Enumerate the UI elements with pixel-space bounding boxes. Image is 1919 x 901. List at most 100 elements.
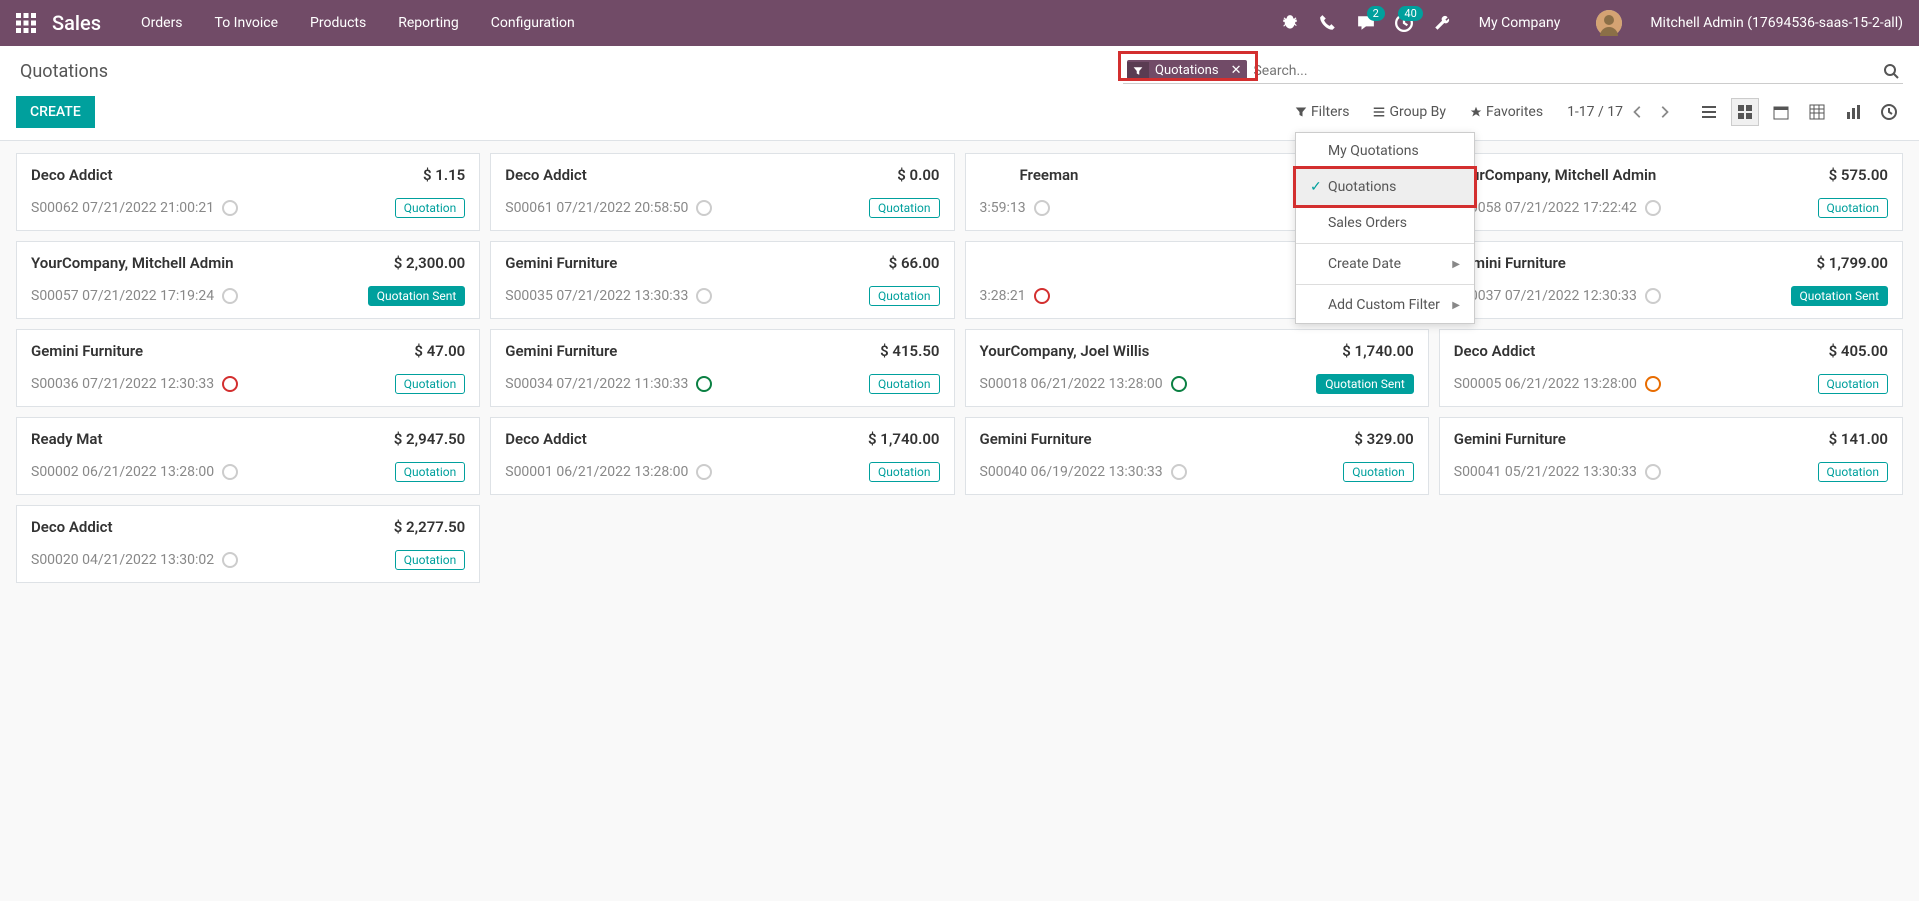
kanban-card[interactable]: YourCompany, Mitchell Admin $ 2,300.00 S… <box>16 241 480 319</box>
card-customer: Deco Addict <box>505 166 587 184</box>
card-customer: Ready Mat <box>31 430 103 448</box>
card-amount: $ 141.00 <box>1829 430 1888 448</box>
card-ref: S00057 07/21/2022 17:19:24 <box>31 288 238 304</box>
card-customer: YourCompany, Mitchell Admin <box>31 254 234 272</box>
status-badge: Quotation Sent <box>368 286 466 306</box>
card-amount: $ 0.00 <box>897 166 939 184</box>
card-amount: $ 575.00 <box>1829 166 1888 184</box>
filter-create-date[interactable]: Create Date ▶ <box>1296 246 1474 282</box>
clock-icon <box>1034 288 1050 304</box>
kanban-card[interactable]: Deco Addict $ 1.15 S00062 07/21/2022 21:… <box>16 153 480 231</box>
status-badge: Quotation <box>395 462 465 482</box>
nav-to-invoice[interactable]: To Invoice <box>215 15 279 31</box>
filter-quotations[interactable]: ✓Quotations <box>1296 169 1474 205</box>
favorites-button[interactable]: Favorites <box>1470 104 1543 120</box>
phone-icon[interactable] <box>1319 14 1337 32</box>
card-amount: $ 47.00 <box>414 342 465 360</box>
company-name[interactable]: My Company <box>1479 15 1561 31</box>
nav-configuration[interactable]: Configuration <box>491 15 575 31</box>
status-badge: Quotation Sent <box>1791 286 1889 306</box>
card-customer: Deco Addict <box>31 518 113 536</box>
nav-reporting[interactable]: Reporting <box>398 15 459 31</box>
clock-icon <box>1645 376 1661 392</box>
status-badge: Quotation <box>1818 198 1888 218</box>
filter-my-quotations[interactable]: My Quotations <box>1296 133 1474 169</box>
card-amount: $ 329.00 <box>1354 430 1413 448</box>
pager-prev-icon[interactable] <box>1631 105 1645 119</box>
kanban-card[interactable]: Deco Addict $ 1,740.00 S00001 06/21/2022… <box>490 417 954 495</box>
kanban-card[interactable]: Gemini Furniture $ 415.50 S00034 07/21/2… <box>490 329 954 407</box>
clock-icon <box>696 288 712 304</box>
clock-icon <box>1645 288 1661 304</box>
status-badge: Quotation <box>395 374 465 394</box>
card-customer: Freeman <box>980 166 1079 184</box>
kanban-card[interactable]: Gemini Furniture $ 329.00 S00040 06/19/2… <box>965 417 1429 495</box>
kanban-card[interactable]: YourCompany, Joel Willis $ 1,740.00 S000… <box>965 329 1429 407</box>
top-navbar: Sales Orders To Invoice Products Reporti… <box>0 0 1919 46</box>
clock-icon <box>222 200 238 216</box>
nav-orders[interactable]: Orders <box>141 15 183 31</box>
status-badge: Quotation <box>1343 462 1413 482</box>
systray: 2 40 My Company Mitchell Admin (17694536… <box>1281 10 1903 36</box>
view-calendar-icon[interactable] <box>1767 98 1795 126</box>
card-customer: Deco Addict <box>1454 342 1536 360</box>
kanban-card[interactable]: Gemini Furniture $ 141.00 S00041 05/21/2… <box>1439 417 1903 495</box>
pager-next-icon[interactable] <box>1657 105 1671 119</box>
app-brand[interactable]: Sales <box>52 11 101 35</box>
card-ref: S00020 04/21/2022 13:30:02 <box>31 552 238 568</box>
card-amount: $ 1,740.00 <box>868 430 940 448</box>
search-bar[interactable]: Quotations ✕ <box>1123 58 1903 84</box>
filter-add-custom[interactable]: Add Custom Filter ▶ <box>1296 287 1474 323</box>
status-badge: Quotation <box>395 198 465 218</box>
clock-icon <box>222 464 238 480</box>
nav-products[interactable]: Products <box>310 15 366 31</box>
kanban-card[interactable]: YourCompany, Mitchell Admin $ 575.00 S00… <box>1439 153 1903 231</box>
pager-value[interactable]: 1-17 / 17 <box>1567 104 1623 120</box>
card-amount: $ 1.15 <box>423 166 465 184</box>
tools-icon[interactable] <box>1433 14 1451 32</box>
view-pivot-icon[interactable] <box>1803 98 1831 126</box>
filters-button[interactable]: Filters <box>1295 104 1350 120</box>
card-customer: Gemini Furniture <box>505 254 617 272</box>
clock-icon <box>222 288 238 304</box>
view-activity-icon[interactable] <box>1875 98 1903 126</box>
view-kanban-icon[interactable] <box>1731 98 1759 126</box>
apps-icon[interactable] <box>16 13 36 33</box>
group-by-button[interactable]: Group By <box>1373 104 1446 120</box>
search-input[interactable] <box>1253 63 1869 79</box>
card-amount: $ 1,740.00 <box>1342 342 1414 360</box>
kanban-card[interactable]: Deco Addict $ 2,277.50 S00020 04/21/2022… <box>16 505 480 583</box>
filter-sales-orders[interactable]: Sales Orders <box>1296 205 1474 241</box>
view-graph-icon[interactable] <box>1839 98 1867 126</box>
create-button[interactable]: CREATE <box>16 96 95 128</box>
clock-icon <box>222 376 238 392</box>
card-amount: $ 405.00 <box>1829 342 1888 360</box>
group-by-label: Group By <box>1389 104 1446 120</box>
clock-icon <box>696 200 712 216</box>
card-ref: S00001 06/21/2022 13:28:00 <box>505 464 712 480</box>
status-badge: Quotation <box>869 286 939 306</box>
card-ref: S00037 07/21/2022 12:30:33 <box>1454 288 1661 304</box>
clock-icon <box>1645 464 1661 480</box>
user-name[interactable]: Mitchell Admin (17694536-saas-15-2-all) <box>1650 15 1903 31</box>
kanban-card[interactable]: Deco Addict $ 405.00 S00005 06/21/2022 1… <box>1439 329 1903 407</box>
funnel-icon <box>1127 62 1149 80</box>
kanban-card[interactable]: Deco Addict $ 0.00 S00061 07/21/2022 20:… <box>490 153 954 231</box>
kanban-card[interactable]: Gemini Furniture $ 47.00 S00036 07/21/20… <box>16 329 480 407</box>
kanban-card[interactable]: Gemini Furniture $ 1,799.00 S00037 07/21… <box>1439 241 1903 319</box>
card-amount: $ 2,947.50 <box>394 430 466 448</box>
view-list-icon[interactable] <box>1695 98 1723 126</box>
favorites-label: Favorites <box>1486 104 1543 120</box>
chevron-right-icon: ▶ <box>1452 300 1460 311</box>
avatar[interactable] <box>1596 10 1622 36</box>
card-ref: S00034 07/21/2022 11:30:33 <box>505 376 712 392</box>
kanban-card[interactable]: Gemini Furniture $ 66.00 S00035 07/21/20… <box>490 241 954 319</box>
facet-remove-icon[interactable]: ✕ <box>1225 60 1248 81</box>
clock-icon <box>1171 464 1187 480</box>
search-icon[interactable] <box>1883 63 1899 79</box>
card-amount: $ 2,300.00 <box>394 254 466 272</box>
activities-icon[interactable]: 40 <box>1395 14 1413 32</box>
kanban-card[interactable]: Ready Mat $ 2,947.50 S00002 06/21/2022 1… <box>16 417 480 495</box>
messages-icon[interactable]: 2 <box>1357 14 1375 32</box>
bug-icon[interactable] <box>1281 14 1299 32</box>
